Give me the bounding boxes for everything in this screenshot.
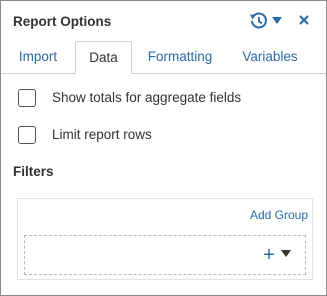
limit-rows-checkbox[interactable]	[18, 126, 36, 144]
filters-container: Add Group +	[17, 198, 313, 280]
panel-header: Report Options	[1, 1, 326, 41]
limit-rows-label: Limit report rows	[52, 127, 152, 142]
filter-options-dropdown-icon[interactable]	[281, 250, 291, 257]
history-button[interactable]	[248, 10, 286, 32]
add-filter-button[interactable]: +	[261, 244, 277, 266]
filter-group-dropzone: +	[24, 235, 306, 275]
add-group-link[interactable]: Add Group	[250, 208, 308, 222]
chevron-down-icon	[272, 17, 282, 24]
history-icon	[250, 12, 267, 29]
show-totals-label: Show totals for aggregate fields	[52, 90, 242, 105]
panel-title: Report Options	[13, 14, 112, 29]
report-options-panel: Report Options Import Data Formatting Va…	[0, 0, 327, 296]
tab-variables[interactable]: Variables	[229, 41, 311, 73]
show-totals-checkbox[interactable]	[18, 89, 36, 107]
tab-formatting[interactable]: Formatting	[134, 41, 226, 73]
close-icon	[299, 15, 309, 25]
close-button[interactable]	[297, 13, 311, 27]
tab-bar: Import Data Formatting Variables	[1, 41, 326, 74]
filters-heading: Filters	[13, 164, 54, 179]
tab-data[interactable]: Data	[75, 41, 132, 74]
tab-import[interactable]: Import	[5, 41, 71, 73]
